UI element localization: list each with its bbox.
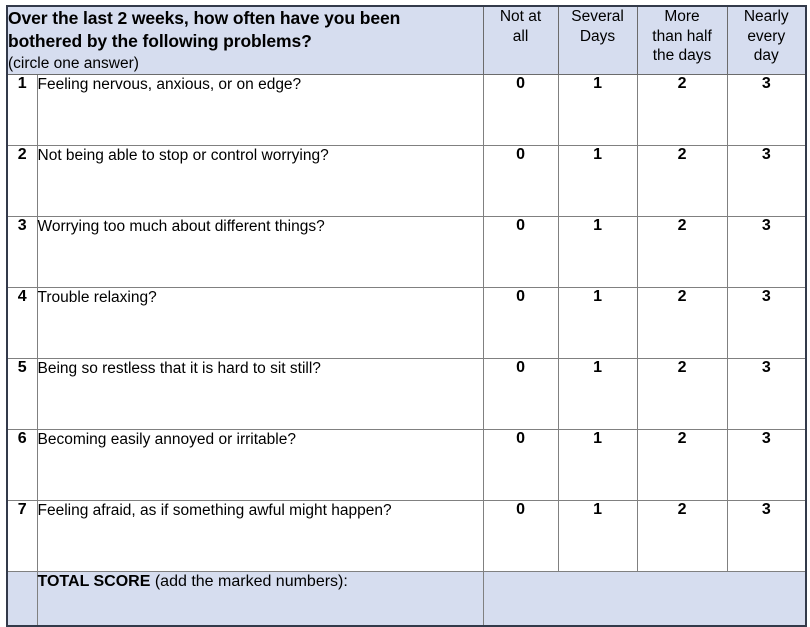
answer-option-0[interactable]: 0: [482, 428, 559, 501]
table-header-row: Over the last 2 weeks, how often have yo…: [6, 5, 807, 75]
answer-option-0[interactable]: 0: [482, 286, 559, 359]
question-number: 4: [6, 286, 38, 359]
answer-option-2[interactable]: 2: [636, 286, 728, 359]
question-number: 5: [6, 357, 38, 430]
column-header-not-at-all: Not at all: [482, 5, 559, 75]
answer-option-1[interactable]: 1: [557, 428, 638, 501]
table-row: 1 Feeling nervous, anxious, or on edge? …: [6, 73, 807, 146]
question-text: Trouble relaxing?: [36, 286, 484, 359]
prompt-cell: Over the last 2 weeks, how often have yo…: [6, 5, 484, 75]
question-number: 1: [6, 73, 38, 146]
gad7-table: Over the last 2 weeks, how often have yo…: [6, 5, 808, 627]
table-row: 2 Not being able to stop or control worr…: [6, 144, 807, 217]
answer-option-1[interactable]: 1: [557, 215, 638, 288]
column-header-line-1: More: [664, 8, 700, 25]
question-number: 3: [6, 215, 38, 288]
column-header-line-3: day: [753, 47, 779, 65]
question-text: Feeling nervous, anxious, or on edge?: [36, 73, 484, 146]
answer-option-1[interactable]: 1: [557, 499, 638, 572]
column-header-line-2: than half: [652, 27, 712, 45]
answer-option-2[interactable]: 2: [636, 215, 728, 288]
total-score-number-spacer: [6, 570, 38, 627]
answer-option-3[interactable]: 3: [726, 499, 807, 572]
answer-option-2[interactable]: 2: [636, 144, 728, 217]
column-header-several-days: Several Days: [557, 5, 638, 75]
answer-option-0[interactable]: 0: [482, 215, 559, 288]
answer-option-1[interactable]: 1: [557, 144, 638, 217]
column-header-line-1: Nearly: [743, 8, 789, 25]
question-number: 6: [6, 428, 38, 501]
question-text: Becoming easily annoyed or irritable?: [36, 428, 484, 501]
questionnaire-sheet: Over the last 2 weeks, how often have yo…: [0, 0, 810, 627]
column-header-nearly-every-day: Nearly every day: [726, 5, 807, 75]
question-text: Feeling afraid, as if something awful mi…: [36, 499, 484, 572]
table-body: Over the last 2 weeks, how often have yo…: [6, 5, 807, 627]
answer-option-3[interactable]: 3: [726, 357, 807, 430]
column-header-line-1: Not at: [499, 8, 542, 25]
answer-option-1[interactable]: 1: [557, 357, 638, 430]
prompt-line-1: Over the last 2 weeks, how often have yo…: [8, 8, 401, 28]
answer-option-0[interactable]: 0: [482, 357, 559, 430]
question-text: Worrying too much about different things…: [36, 215, 484, 288]
table-row: 6 Becoming easily annoyed or irritable? …: [6, 428, 807, 501]
column-header-more-than-half-the-days: More than half the days: [636, 5, 728, 75]
answer-option-0[interactable]: 0: [482, 499, 559, 572]
answer-option-3[interactable]: 3: [726, 73, 807, 146]
prompt-line-2: bothered by the following problems?: [8, 30, 312, 51]
answer-option-2[interactable]: 2: [636, 357, 728, 430]
answer-option-2[interactable]: 2: [636, 73, 728, 146]
table-row: 4 Trouble relaxing? 0 1 2 3: [6, 286, 807, 359]
answer-option-0[interactable]: 0: [482, 73, 559, 146]
answer-option-3[interactable]: 3: [726, 144, 807, 217]
question-number: 7: [6, 499, 38, 572]
answer-option-1[interactable]: 1: [557, 73, 638, 146]
answer-option-2[interactable]: 2: [636, 428, 728, 501]
prompt-subtext: (circle one answer): [8, 54, 139, 72]
total-score-label: TOTAL SCORE (add the marked numbers):: [36, 570, 484, 627]
column-header-line-2: every: [747, 27, 786, 45]
column-header-line-3: the days: [652, 47, 712, 65]
table-row: 5 Being so restless that it is hard to s…: [6, 357, 807, 430]
total-score-value-field[interactable]: [482, 570, 807, 627]
total-score-label-plain: (add the marked numbers):: [150, 572, 348, 590]
answer-option-1[interactable]: 1: [557, 286, 638, 359]
answer-option-3[interactable]: 3: [726, 428, 807, 501]
answer-option-2[interactable]: 2: [636, 499, 728, 572]
total-score-row: TOTAL SCORE (add the marked numbers):: [6, 570, 807, 627]
column-header-line-1: Several: [571, 8, 624, 25]
answer-option-0[interactable]: 0: [482, 144, 559, 217]
table-row: 7 Feeling afraid, as if something awful …: [6, 499, 807, 572]
column-header-line-2: Days: [579, 27, 616, 45]
question-text: Not being able to stop or control worryi…: [36, 144, 484, 217]
answer-option-3[interactable]: 3: [726, 286, 807, 359]
table-row: 3 Worrying too much about different thin…: [6, 215, 807, 288]
answer-option-3[interactable]: 3: [726, 215, 807, 288]
total-score-label-strong: TOTAL SCORE: [37, 572, 151, 590]
column-header-line-2: all: [512, 27, 529, 45]
question-text: Being so restless that it is hard to sit…: [36, 357, 484, 430]
question-number: 2: [6, 144, 38, 217]
